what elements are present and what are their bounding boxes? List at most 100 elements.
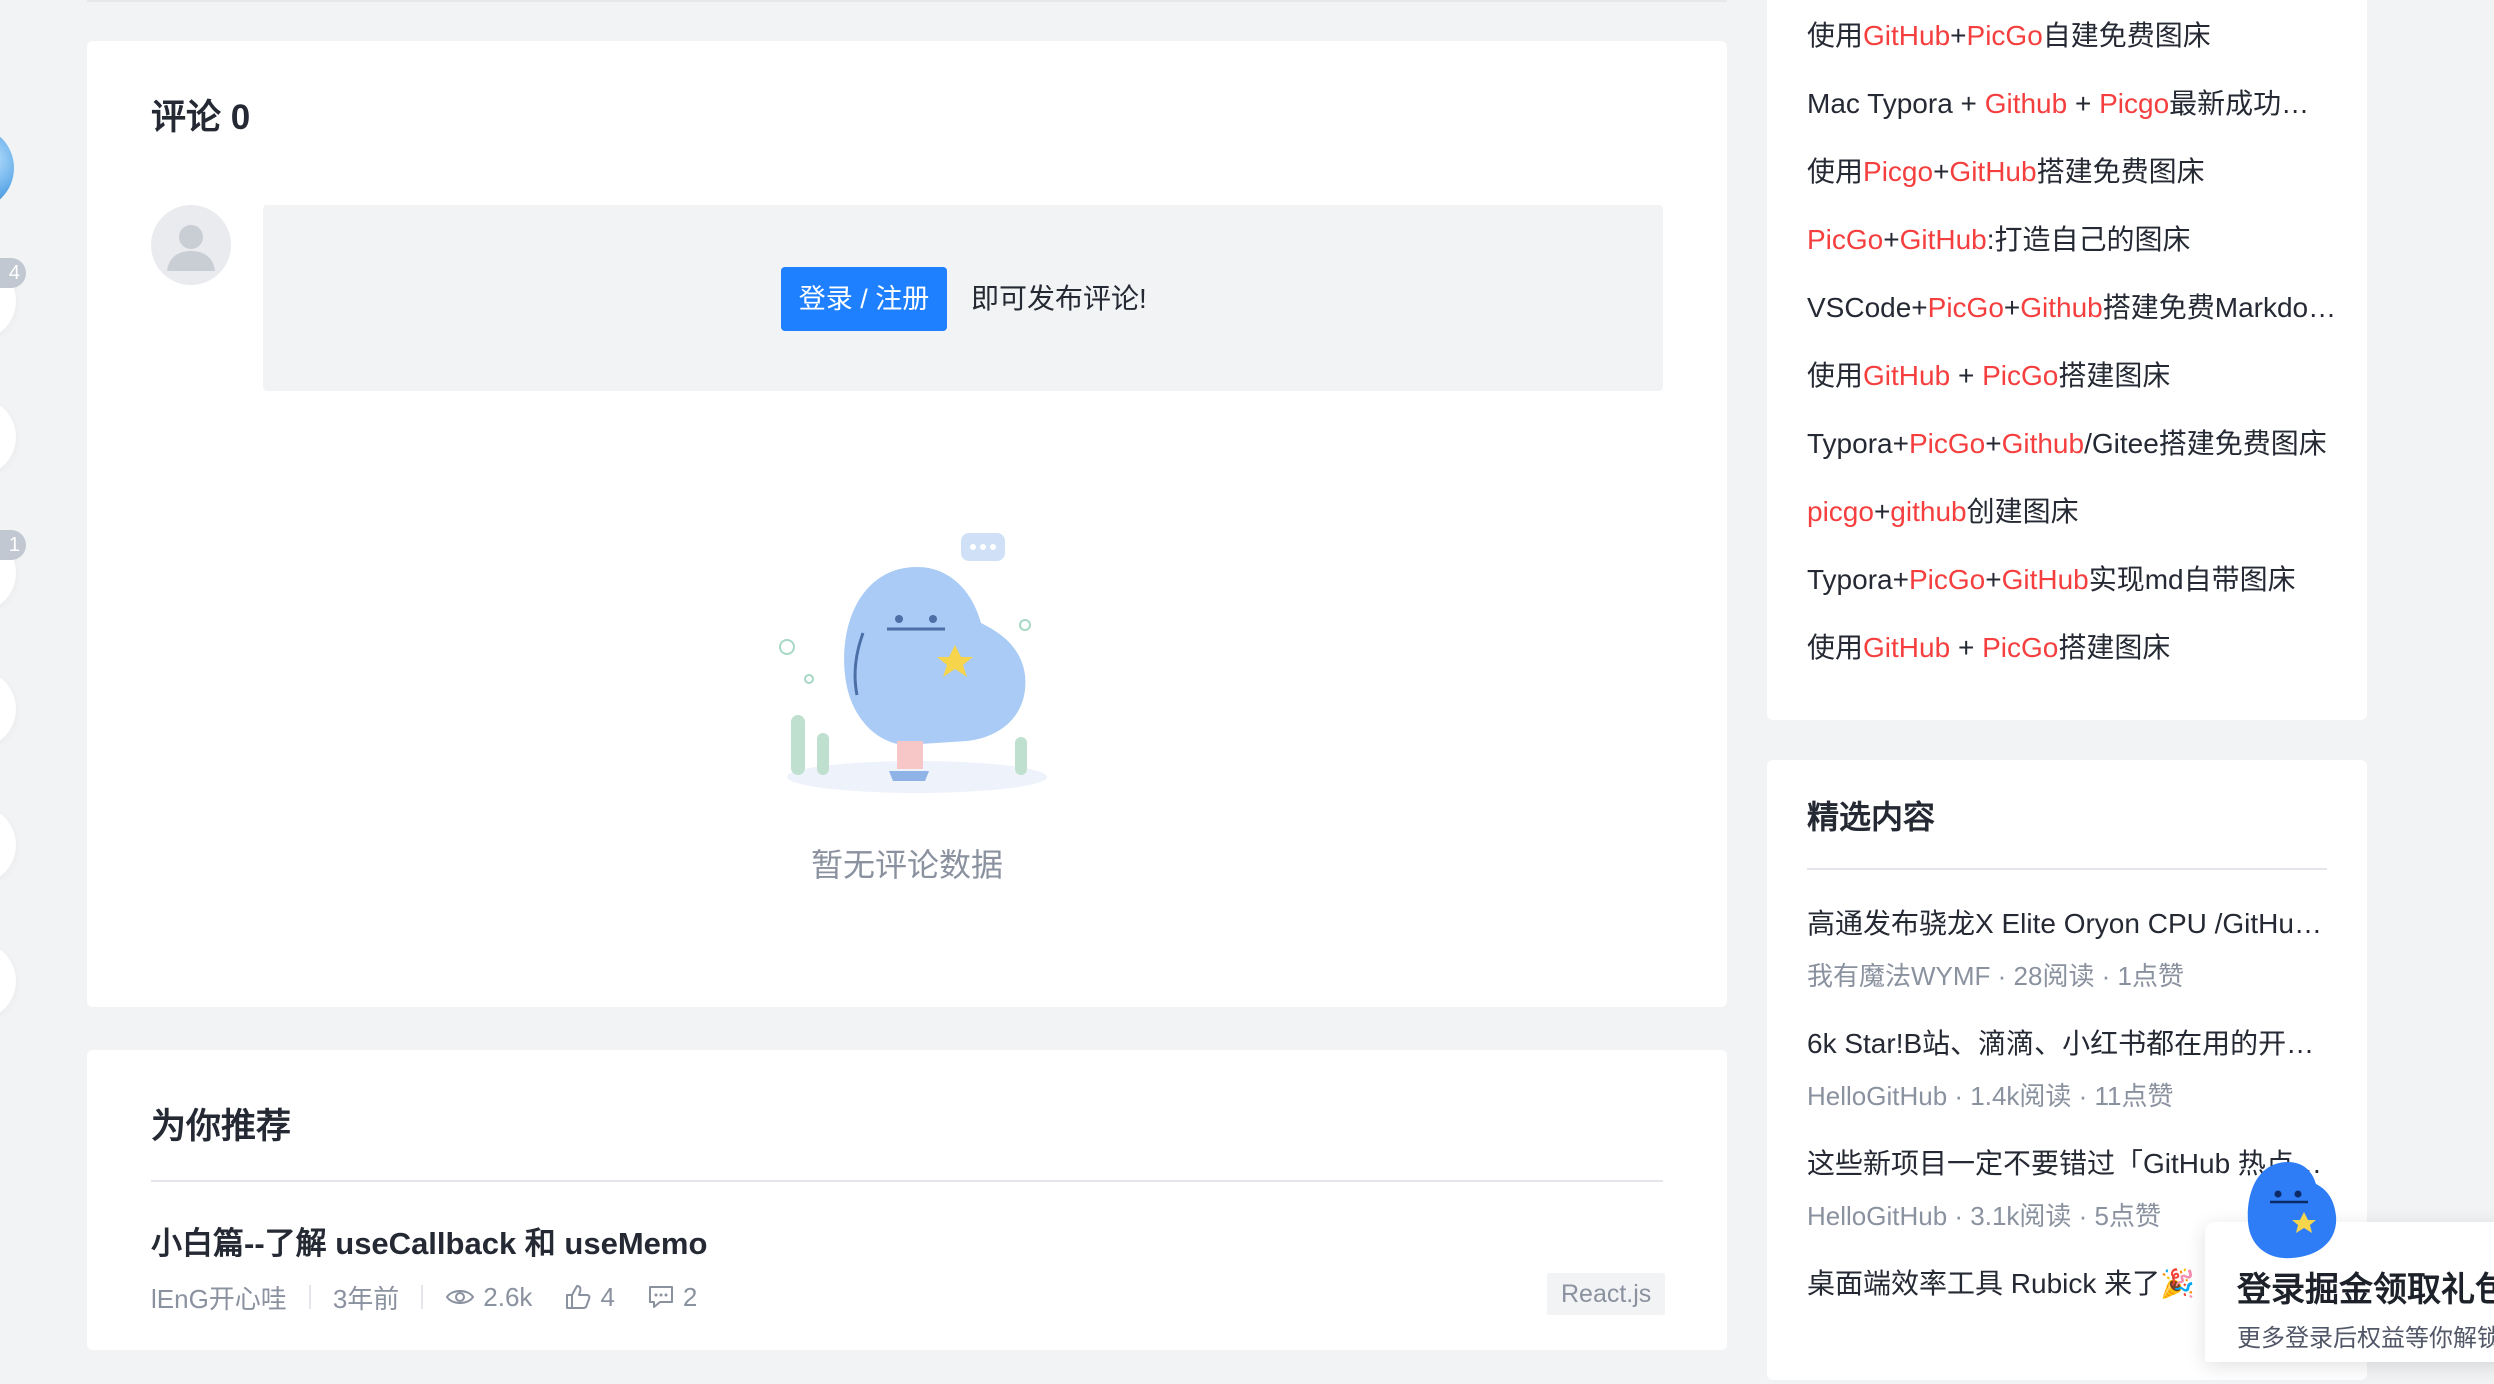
more-button[interactable] bbox=[0, 942, 16, 1020]
highlighted-keyword: GitHub bbox=[1863, 632, 1951, 663]
related-article-text: 实现md自带图床 bbox=[2088, 564, 2296, 595]
highlighted-keyword: Github bbox=[1984, 88, 2068, 119]
view-stat: 2.6k bbox=[445, 1282, 532, 1313]
related-article-text: + bbox=[1950, 20, 1967, 51]
related-article-link[interactable]: 使用Picgo+GitHub搭建免费图床 bbox=[1807, 150, 2337, 218]
highlighted-keyword: GitHub bbox=[2001, 564, 2089, 595]
related-article-link[interactable]: 使用GitHub+PicGo自建免费图床 bbox=[1807, 14, 2337, 82]
empty-comment-illustration bbox=[779, 533, 1047, 793]
related-article-text: + bbox=[2067, 88, 2100, 119]
featured-title: 精选内容 bbox=[1807, 799, 1936, 835]
like-stat[interactable]: 4 bbox=[564, 1281, 615, 1313]
share-button[interactable] bbox=[0, 670, 16, 748]
related-article-link[interactable]: picgo+github创建图床 bbox=[1807, 490, 2337, 558]
comment-count: 2 bbox=[682, 1281, 698, 1312]
report-button[interactable] bbox=[0, 806, 16, 884]
highlighted-keyword: PicGo bbox=[1807, 224, 1884, 255]
promo-subtitle: 更多登录后权益等你解锁 bbox=[2237, 1325, 2494, 1352]
related-article-text: VSCode+ bbox=[1807, 292, 1928, 323]
comment-count-badge: 1 bbox=[0, 530, 26, 560]
related-article-link[interactable]: Mac Typora + Github + Picgo最新成功方案 bbox=[1807, 82, 2337, 150]
featured-item-meta: HelloGitHub · 1.4k阅读 · 11点赞 bbox=[1807, 1081, 2174, 1111]
related-article-text: 使用 bbox=[1807, 20, 1864, 51]
related-article-text: Mac Typora + bbox=[1807, 88, 1985, 119]
highlighted-keyword: PicGo bbox=[1908, 564, 1986, 595]
related-article-link[interactable]: Typora+PicGo+Github/Gitee搭建免费图床 bbox=[1807, 422, 2337, 490]
highlighted-keyword: GitHub bbox=[1949, 156, 2037, 187]
related-article-text: + bbox=[1985, 564, 2002, 595]
related-article-text: :打造自己的图床 bbox=[1986, 224, 2191, 255]
recommend-item-title[interactable]: 小白篇--了解 useCallback 和 useMemo bbox=[151, 1218, 707, 1263]
author-avatar[interactable] bbox=[0, 126, 14, 210]
meta-divider bbox=[421, 1285, 424, 1309]
recommend-section: 为你推荐 小白篇--了解 useCallback 和 useMemo lEnG开… bbox=[87, 1050, 1727, 1350]
highlighted-keyword: Github bbox=[2001, 428, 2085, 459]
related-article-link[interactable]: PicGo+GitHub:打造自己的图床 bbox=[1807, 218, 2337, 286]
related-article-text: 搭建图床 bbox=[2058, 360, 2171, 391]
like-count-badge: 4 bbox=[0, 258, 26, 288]
comment-stat[interactable]: 2 bbox=[647, 1282, 697, 1313]
recommend-item-meta: lEnG开心哇 3年前 2.6k 4 2 bbox=[151, 1277, 729, 1317]
related-article-text: + bbox=[1883, 224, 1900, 255]
highlighted-keyword: GitHub bbox=[1899, 224, 1987, 255]
related-article-text: Typora+ bbox=[1807, 564, 1909, 595]
recommend-item-time: 3年前 bbox=[332, 1283, 400, 1314]
highlighted-keyword: GitHub bbox=[1863, 360, 1951, 391]
related-articles-list: 使用GitHub+PicGo自建免费图床 Mac Typora + Github … bbox=[1807, 14, 2337, 694]
comment-section: 评论 0 登录 / 注册 即可发布评论! 暂无评论数据 bbox=[87, 41, 1727, 1007]
featured-item-title[interactable]: 6k Star!B站、滴滴、小红书都在用的开源项目 bbox=[1807, 1024, 2327, 1064]
recommend-title: 为你推荐 bbox=[151, 1107, 292, 1146]
featured-divider bbox=[1807, 868, 2327, 870]
related-article-text: Typora+ bbox=[1807, 428, 1909, 459]
featured-item[interactable]: 6k Star!B站、滴滴、小红书都在用的开源项目 HelloGitHub · … bbox=[1807, 1024, 2327, 1144]
promo-title: 登录掘金领取礼包 bbox=[2237, 1271, 2494, 1309]
article-card-bottom-edge bbox=[87, 0, 1727, 2]
related-article-text: 创建图床 bbox=[1966, 496, 2079, 527]
related-article-text: + bbox=[1950, 632, 1983, 663]
related-article-text: + bbox=[1950, 360, 1983, 391]
related-article-link[interactable]: VSCode+PicGo+Github搭建免费Markdown图床 bbox=[1807, 286, 2337, 354]
related-article-text: 使用 bbox=[1807, 632, 1864, 663]
user-avatar-placeholder bbox=[151, 205, 231, 285]
related-article-text: 最新成功方案 bbox=[2169, 88, 2337, 119]
featured-item-meta: 我有魔法WYMF · 28阅读 · 1点赞 bbox=[1807, 961, 2185, 991]
recommend-item-author[interactable]: lEnG开心哇 bbox=[151, 1279, 287, 1316]
mascot-icon bbox=[2247, 1162, 2337, 1259]
related-article-link[interactable]: 使用GitHub + PicGo搭建图床 bbox=[1807, 354, 2337, 422]
comment-title: 评论 0 bbox=[151, 98, 251, 137]
related-article-link[interactable]: Typora+PicGo+GitHub实现md自带图床 bbox=[1807, 558, 2337, 626]
highlighted-keyword: Github bbox=[2020, 292, 2103, 323]
highlighted-keyword: Picgo bbox=[2099, 88, 2170, 119]
comment-side-button[interactable] bbox=[0, 398, 16, 476]
featured-item[interactable]: 高通发布骁龙X Elite Oryon CPU /GitHub 热点 我有魔法W… bbox=[1807, 904, 2327, 1024]
thumbs-up-icon bbox=[566, 1285, 591, 1309]
highlighted-keyword: github bbox=[1890, 496, 1967, 527]
related-articles-card: 使用GitHub+PicGo自建免费图床 Mac Typora + Github … bbox=[1767, 0, 2367, 720]
highlighted-keyword: picgo bbox=[1807, 496, 1874, 527]
featured-item-title[interactable]: 高通发布骁龙X Elite Oryon CPU /GitHub 热点 bbox=[1807, 904, 2327, 944]
comment-icon bbox=[648, 1286, 673, 1308]
related-article-text: 自建免费图床 bbox=[2042, 20, 2211, 51]
highlighted-keyword: PicGo bbox=[1908, 428, 1986, 459]
related-article-text: 搭建免费Markdown图床 bbox=[2102, 292, 2337, 323]
related-article-text: + bbox=[1985, 428, 2002, 459]
view-count: 2.6k bbox=[483, 1281, 533, 1312]
recommend-item-tag[interactable]: React.js bbox=[1547, 1273, 1666, 1315]
login-tip-text: 即可发布评论! bbox=[971, 283, 1147, 314]
default-user-icon bbox=[167, 225, 215, 271]
meta-divider bbox=[308, 1285, 311, 1309]
eye-icon bbox=[446, 1290, 475, 1304]
comment-login-box: 登录 / 注册 即可发布评论! bbox=[263, 205, 1663, 391]
related-article-text: + bbox=[1933, 156, 1950, 187]
like-count: 4 bbox=[600, 1281, 615, 1312]
related-article-text: 搭建免费图床 bbox=[2036, 156, 2205, 187]
related-article-text: + bbox=[1873, 496, 1891, 527]
empty-comment-text: 暂无评论数据 bbox=[810, 847, 1003, 883]
related-article-text: 使用 bbox=[1807, 156, 1864, 187]
recommend-divider bbox=[151, 1180, 1663, 1182]
related-article-link[interactable]: 使用GitHub + PicGo搭建图床 bbox=[1807, 626, 2337, 694]
highlighted-keyword: PicGo bbox=[1982, 632, 2059, 663]
login-register-button[interactable]: 登录 / 注册 bbox=[781, 267, 947, 331]
related-article-text: 搭建图床 bbox=[2058, 632, 2171, 663]
highlighted-keyword: PicGo bbox=[1927, 292, 2004, 323]
